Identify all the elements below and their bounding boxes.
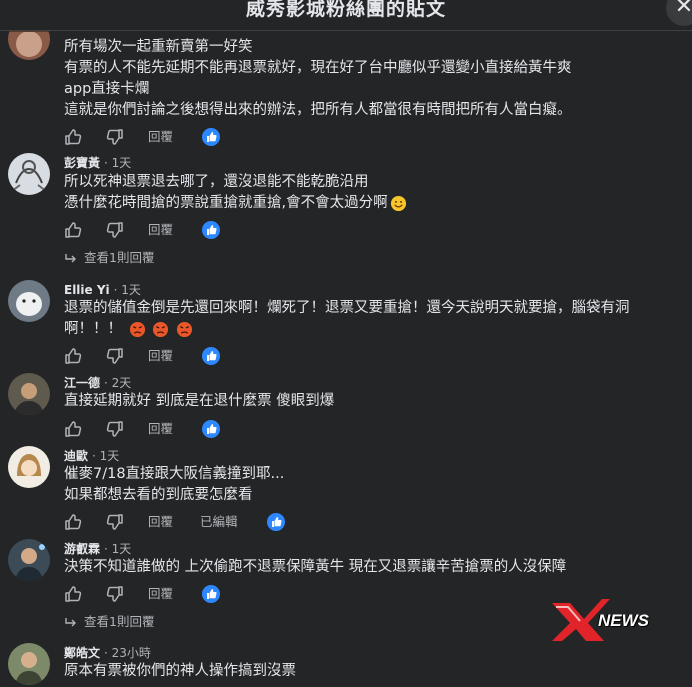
comment-text: 如果都想去看的到底要怎麼看: [64, 487, 253, 503]
thumbs-down-icon[interactable]: [106, 128, 124, 146]
thumbs-up-icon[interactable]: [64, 420, 82, 438]
reply-arrow-icon: [65, 617, 76, 626]
comment-time[interactable]: · 1天: [92, 449, 119, 463]
reply-button[interactable]: 回覆: [148, 420, 173, 438]
comment-meta: 鄭皓文 · 23小時: [64, 645, 151, 661]
thumbs-up-icon[interactable]: [64, 347, 82, 365]
avatar[interactable]: [8, 280, 50, 322]
like-icon: [207, 351, 217, 361]
watermark-text: NEWS: [598, 611, 649, 630]
angry-face-icon: [129, 321, 145, 337]
comment-text: 所有場次一起重新賣第一好笑: [64, 39, 253, 55]
like-reaction-badge[interactable]: [202, 221, 220, 239]
thumbs-up-icon[interactable]: [64, 221, 82, 239]
thumbs-up-icon[interactable]: [64, 128, 82, 146]
comment-meta: 迪歐 · 1天: [64, 448, 119, 464]
avatar[interactable]: [8, 446, 50, 488]
comment-text-with-emoji: 啊！！！: [64, 319, 193, 340]
author-name[interactable]: 鄭皓文: [64, 646, 100, 660]
comment-text: 決策不知道誰做的 上次偷跑不退票保障黃牛 現在又退票讓辛苦搶票的人沒保障: [64, 559, 567, 575]
like-icon: [207, 424, 217, 434]
comment-actions: 回覆: [64, 420, 304, 438]
comment-text: 催麥7/18直接跟大阪信義撞到耶...: [64, 466, 285, 482]
thumbs-up-icon[interactable]: [64, 513, 82, 531]
edited-label: 已編輯: [200, 514, 238, 529]
comment-time[interactable]: · 2天: [104, 376, 131, 390]
comment-text: 直接延期就好 到底是在退什麼票 傻眼到爆: [64, 393, 335, 409]
comment-time[interactable]: · 23小時: [104, 646, 151, 660]
comment-actions: 回覆 已編輯: [64, 513, 304, 531]
like-icon: [207, 589, 217, 599]
close-icon: ✕: [674, 0, 692, 19]
reply-arrow-icon: [65, 253, 76, 262]
author-name[interactable]: 江一德: [64, 376, 100, 390]
reply-button[interactable]: 回覆: [148, 513, 173, 531]
comment-actions: 回覆: [64, 585, 304, 603]
comment-actions: 回覆: [64, 347, 304, 365]
comment-meta: 游叡霖 · 1天: [64, 541, 131, 557]
avatar[interactable]: [8, 539, 50, 581]
comment-text: 這就是你們討論之後想得出來的辦法，把所有人都當很有時間把所有人當白癡。: [64, 102, 572, 118]
dialog-title: 威秀影城粉絲團的貼文: [245, 0, 446, 20]
like-icon: [207, 132, 217, 142]
comment-time[interactable]: · 1天: [114, 283, 141, 297]
smiling-face-icon: [390, 195, 406, 211]
author-name[interactable]: 游叡霖: [64, 542, 100, 556]
thumbs-down-icon[interactable]: [106, 585, 124, 603]
close-button[interactable]: ✕: [666, 0, 692, 26]
angry-face-icon: [176, 321, 192, 337]
like-icon: [207, 225, 217, 235]
header-divider: [0, 30, 692, 31]
reply-button[interactable]: 回覆: [148, 128, 173, 146]
comment-text: 退票的儲值金倒是先還回來啊！爛死了！退票又要重搶！還今天說明天就要搶，腦袋有洞: [64, 300, 630, 316]
comment-meta: 江一德 · 2天: [64, 375, 131, 391]
comment-text: app直接卡爛: [64, 81, 150, 97]
comment-text: 所以死神退票退去哪了，還沒退能不能乾脆沿用: [64, 174, 369, 190]
author-name[interactable]: 彭寶黃: [64, 156, 100, 170]
view-replies-link[interactable]: 查看1則回覆: [64, 249, 154, 267]
like-reaction-badge[interactable]: [202, 347, 220, 365]
comment-time[interactable]: · 1天: [104, 542, 131, 556]
like-reaction-badge[interactable]: [267, 513, 285, 531]
thumbs-up-icon[interactable]: [64, 585, 82, 603]
thumbs-down-icon[interactable]: [106, 221, 124, 239]
xnews-watermark: NEWS: [548, 597, 660, 643]
author-name[interactable]: 迪歐: [64, 449, 88, 463]
like-reaction-badge[interactable]: [202, 585, 220, 603]
like-reaction-badge[interactable]: [202, 128, 220, 146]
like-icon: [272, 517, 282, 527]
avatar[interactable]: [8, 153, 50, 195]
thumbs-down-icon[interactable]: [106, 513, 124, 531]
avatar[interactable]: [8, 373, 50, 415]
comment-meta: 彭寶黃 · 1天: [64, 155, 131, 171]
reply-button[interactable]: 回覆: [148, 221, 173, 239]
comment-actions: 回覆: [64, 128, 304, 146]
comment-meta: Ellie Yi · 1天: [64, 282, 141, 298]
comment-actions: 回覆: [64, 221, 304, 239]
comment-text: 有票的人不能先延期不能再退票就好，現在好了台中廳似乎還變小直接給黃牛爽: [64, 60, 572, 76]
angry-face-icon: [153, 321, 169, 337]
thumbs-down-icon[interactable]: [106, 347, 124, 365]
view-replies-link[interactable]: 查看1則回覆: [64, 613, 154, 631]
avatar[interactable]: [8, 643, 50, 685]
like-reaction-badge[interactable]: [202, 420, 220, 438]
comment-text: 原本有票被你們的神人操作搞到沒票: [64, 663, 296, 679]
comment-time[interactable]: · 1天: [104, 156, 131, 170]
reply-button[interactable]: 回覆: [148, 347, 173, 365]
dialog-header: 威秀影城粉絲團的貼文 ✕: [0, 0, 692, 30]
thumbs-down-icon[interactable]: [106, 420, 124, 438]
comment-text-with-emoji: 憑什麼花時間搶的票說重搶就重搶,會不會太過分啊: [64, 193, 407, 214]
reply-button[interactable]: 回覆: [148, 585, 173, 603]
author-name[interactable]: Ellie Yi: [64, 283, 110, 297]
